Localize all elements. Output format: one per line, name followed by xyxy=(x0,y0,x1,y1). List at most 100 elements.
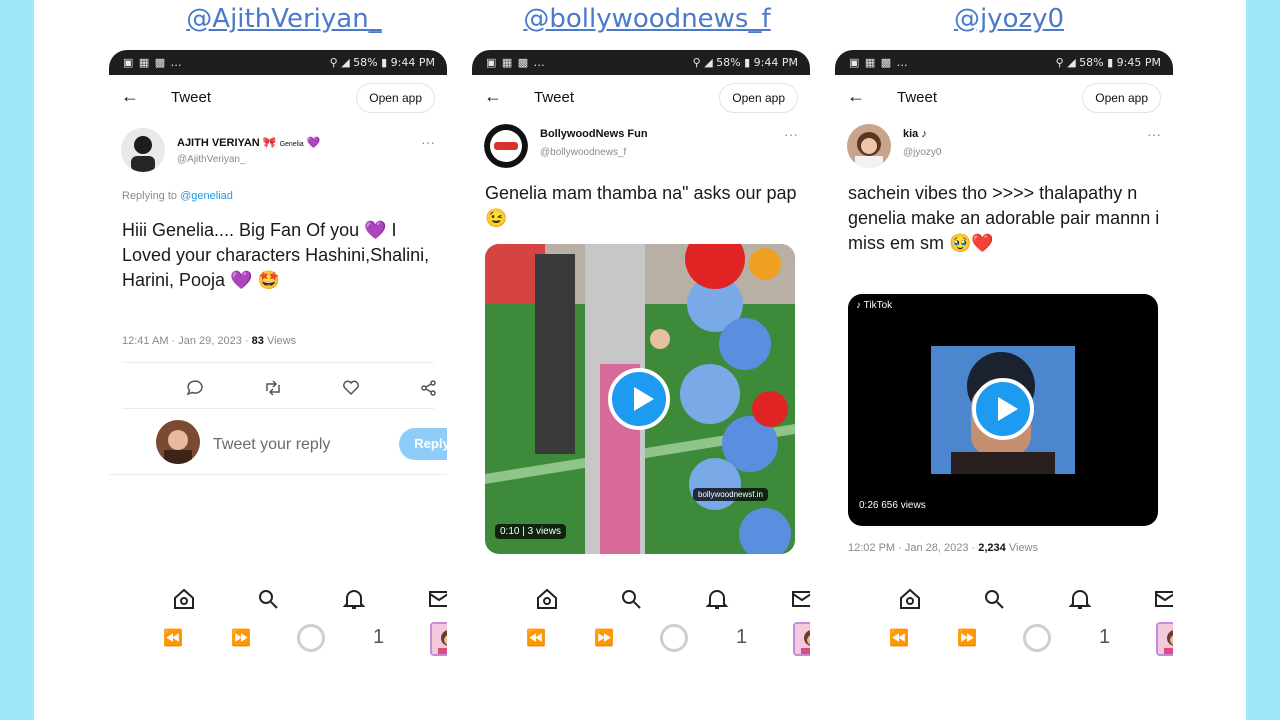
video-stats: 0:26 656 views xyxy=(854,498,931,513)
back-arrow-icon[interactable]: ← xyxy=(484,86,502,107)
tweet-text: sachein vibes tho >>>> thalapathy n gene… xyxy=(848,183,1160,253)
back-arrow-icon[interactable]: ← xyxy=(121,86,139,107)
video-player[interactable]: ♪ TikTok 0:26 656 views xyxy=(848,294,1158,526)
views-count: 83 xyxy=(251,335,264,347)
handle-link-ajith[interactable]: @AjithVeriyan_ xyxy=(174,4,394,40)
author-handle[interactable]: @jyozy0 xyxy=(903,147,942,158)
author-handle[interactable]: @AjithVeriyan_ xyxy=(177,154,246,165)
app-thumbnail[interactable] xyxy=(1156,622,1173,656)
home-circle-icon[interactable] xyxy=(297,624,325,652)
views-label: Views xyxy=(263,335,297,347)
handle-link-jyozy[interactable]: @jyozy0 xyxy=(939,4,1079,40)
views-count: 2,234 xyxy=(978,542,1006,554)
tab-count: 1 xyxy=(736,626,748,648)
tab-count: 1 xyxy=(373,626,385,648)
fast-forward-icon[interactable]: ⏩ xyxy=(231,628,251,648)
tab-count: 1 xyxy=(1099,626,1111,648)
rewind-icon[interactable]: ⏪ xyxy=(889,628,909,648)
rewind-icon[interactable]: ⏪ xyxy=(526,628,546,648)
signal-icon: ⚲ ◢ xyxy=(1055,56,1080,69)
home-icon[interactable] xyxy=(897,586,923,612)
search-icon[interactable] xyxy=(981,586,1007,612)
video-duration: 0:26 xyxy=(859,500,879,511)
app-thumbnail[interactable] xyxy=(793,622,810,656)
author-name[interactable]: kia ♪ xyxy=(903,128,927,140)
rewind-icon[interactable]: ⏪ xyxy=(163,628,183,648)
home-icon[interactable] xyxy=(534,586,560,612)
back-arrow-icon[interactable]: ← xyxy=(847,86,865,107)
bottom-nav xyxy=(109,584,447,614)
status-right: ⚲ ◢ 58% ▮ 9:44 PM xyxy=(329,56,435,69)
author-name[interactable]: AJITH VERIYAN 🎀 Genelia 💜 xyxy=(177,136,320,149)
signal-icon: ⚲ ◢ xyxy=(692,56,717,69)
video-views: 656 views xyxy=(881,500,926,511)
battery-level: 58% xyxy=(1079,56,1104,69)
search-icon[interactable] xyxy=(618,586,644,612)
video-player[interactable]: 0:10 | 3 views bollywoodnewsf.in xyxy=(485,244,795,554)
like-icon[interactable] xyxy=(341,378,361,398)
status-right: ⚲ ◢ 58% ▮ 9:45 PM xyxy=(1055,56,1161,69)
home-circle-icon[interactable] xyxy=(660,624,688,652)
system-bar: ⏪ ⏩ 1 xyxy=(109,622,447,658)
open-app-button[interactable]: Open app xyxy=(356,83,435,113)
phone-screenshot-1: ▣ ▦ ▩ … ⚲ ◢ 58% ▮ 9:44 PM ← Tweet Open a… xyxy=(109,50,447,670)
notifications-bell-icon[interactable] xyxy=(704,586,730,612)
tweet-topbar: ← Tweet Open app xyxy=(109,82,447,116)
app-thumbnail[interactable] xyxy=(430,622,447,656)
more-options-icon[interactable]: ··· xyxy=(1147,126,1161,142)
messages-icon[interactable] xyxy=(1152,586,1173,612)
messages-icon[interactable] xyxy=(426,586,447,612)
author-avatar[interactable] xyxy=(121,128,165,172)
more-options-icon[interactable]: ··· xyxy=(421,134,435,150)
open-app-button[interactable]: Open app xyxy=(1082,83,1161,113)
author-tag: Genelia xyxy=(279,141,304,148)
play-button-icon[interactable] xyxy=(608,368,670,430)
home-circle-icon[interactable] xyxy=(1023,624,1051,652)
author-name[interactable]: BollywoodNews Fun xyxy=(540,128,648,140)
replying-prefix: Replying to xyxy=(122,190,178,202)
video-duration: 0:10 xyxy=(500,526,520,537)
reply-input[interactable]: Tweet your reply xyxy=(213,436,330,454)
screenshot-canvas: @AjithVeriyan_ @bollywoodnews_f @jyozy0 … xyxy=(34,0,1246,720)
bottom-nav xyxy=(472,584,810,614)
handle-link-bollywoodnews[interactable]: @bollywoodnews_f xyxy=(522,4,772,40)
tiktok-label: TikTok xyxy=(863,300,893,311)
author-avatar[interactable] xyxy=(484,124,528,168)
more-options-icon[interactable]: ··· xyxy=(784,126,798,142)
status-time: 9:45 PM xyxy=(1116,56,1161,69)
notifications-bell-icon[interactable] xyxy=(341,586,367,612)
play-button-icon[interactable] xyxy=(972,378,1034,440)
phone-screenshot-2: ▣ ▦ ▩ … ⚲ ◢ 58% ▮ 9:44 PM ← Tweet Open a… xyxy=(472,50,810,670)
page-title: Tweet xyxy=(171,89,212,106)
tiktok-logo-icon: ♪ xyxy=(856,300,861,311)
tweet-text: Hiii Genelia.... Big Fan Of you 💜 I Love… xyxy=(122,220,430,290)
status-right: ⚲ ◢ 58% ▮ 9:44 PM xyxy=(692,56,798,69)
author-handle[interactable]: @bollywoodnews_f xyxy=(540,147,626,158)
divider xyxy=(122,408,434,409)
thumbnail-photo-icon xyxy=(1158,624,1173,654)
search-icon[interactable] xyxy=(255,586,281,612)
reply-button[interactable]: Reply xyxy=(399,428,447,460)
tweet-topbar: ← Tweet Open app xyxy=(835,82,1173,116)
fast-forward-icon[interactable]: ⏩ xyxy=(594,628,614,648)
open-app-button[interactable]: Open app xyxy=(719,83,798,113)
reply-icon[interactable] xyxy=(185,378,205,398)
status-time: 9:44 PM xyxy=(753,56,798,69)
home-icon[interactable] xyxy=(171,586,197,612)
notifications-bell-icon[interactable] xyxy=(1067,586,1093,612)
tweet-meta: 12:02 PM · Jan 28, 2023 · 2,234 Views xyxy=(848,542,1038,554)
avatar-photo-icon xyxy=(156,420,200,464)
tiktok-watermark: ♪ TikTok xyxy=(856,300,892,311)
author-avatar[interactable] xyxy=(847,124,891,168)
share-icon[interactable] xyxy=(419,378,439,398)
page-title: Tweet xyxy=(534,89,575,106)
signal-icon: ⚲ ◢ xyxy=(329,56,354,69)
tweet-timestamp: 12:02 PM · Jan 28, 2023 · xyxy=(848,542,979,554)
replying-handle[interactable]: @geneliad xyxy=(180,190,233,202)
messages-icon[interactable] xyxy=(789,586,810,612)
system-bar: ⏪ ⏩ 1 xyxy=(835,622,1173,658)
reply-avatar xyxy=(156,420,200,464)
replying-to: Replying to @geneliad xyxy=(122,190,233,202)
fast-forward-icon[interactable]: ⏩ xyxy=(957,628,977,648)
retweet-icon[interactable] xyxy=(263,378,283,398)
